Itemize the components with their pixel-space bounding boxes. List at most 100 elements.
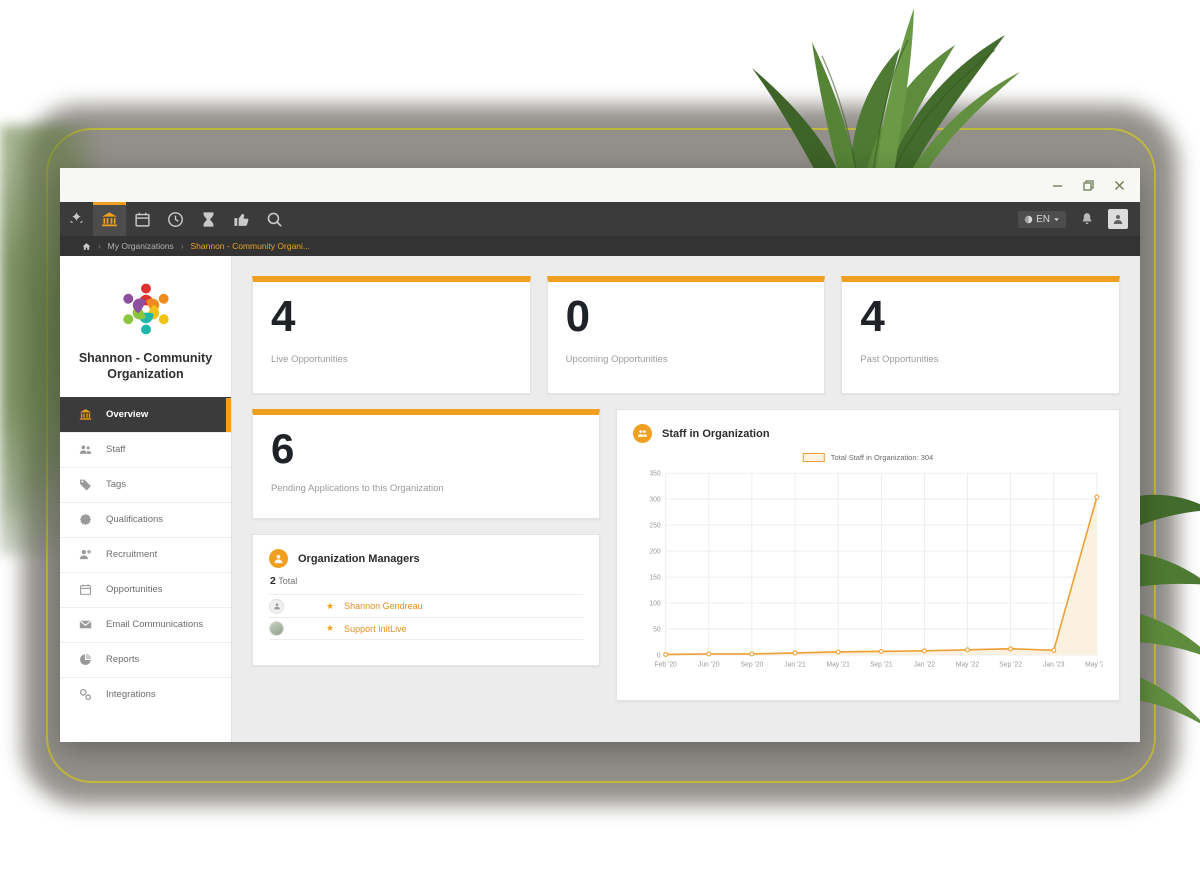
svg-text:May '22: May '22: [956, 661, 980, 668]
sidebar-item-tags[interactable]: Tags: [60, 466, 231, 502]
card-header: Organization Managers: [269, 549, 583, 568]
stat-card-pending-applications: 6 Pending Applications to this Organizat…: [252, 409, 600, 519]
list-item[interactable]: ★ Shannon Gendreau: [269, 594, 583, 617]
sidebar-item-overview[interactable]: Overview: [60, 396, 231, 432]
close-icon[interactable]: [1113, 179, 1126, 192]
tags-icon: [78, 478, 93, 491]
chart-plot: 0 50 100 150 200 250 300 350 Feb '20 Jun '20 Sep '…: [633, 469, 1103, 678]
stat-value: 6: [271, 425, 294, 472]
organization-block: Shannon - Community Organization: [60, 256, 231, 397]
community-circle-logo: [122, 283, 169, 335]
sidebar-item-label: Recruitment: [106, 549, 158, 560]
toolbar-right-group: EN: [1018, 202, 1140, 236]
sidebar-item-label: Staff: [106, 444, 126, 455]
user-avatar-icon[interactable]: [1108, 209, 1128, 229]
sidebar-item-label: Integrations: [106, 689, 156, 700]
sidebar: Shannon - Community Organization Overvie…: [60, 256, 232, 742]
card-title: Organization Managers: [298, 552, 420, 565]
breadcrumb-item-my-organizations[interactable]: My Organizations: [108, 241, 174, 251]
stat-value: 4: [860, 292, 884, 341]
window-titlebar: [60, 168, 1140, 202]
chart-legend[interactable]: Total Staff in Organization: 304: [802, 453, 934, 462]
app-window: EN › My Organizations › Shannon - Commun…: [60, 168, 1140, 742]
thumbs-up-icon[interactable]: [225, 202, 258, 236]
svg-text:0: 0: [657, 652, 661, 659]
star-icon: ★: [326, 623, 335, 633]
stat-label: Pending Applications to this Organizatio…: [271, 482, 444, 494]
sidebar-item-qualifications[interactable]: Qualifications: [60, 501, 231, 537]
svg-text:200: 200: [649, 548, 660, 555]
search-icon[interactable]: [258, 202, 291, 236]
user-silhouette-icon: [269, 598, 284, 614]
svg-text:Sep '20: Sep '20: [741, 661, 764, 668]
card-title: Staff in Organization: [662, 427, 770, 440]
hourglass-icon[interactable]: [192, 202, 225, 236]
breadcrumb-item-current[interactable]: Shannon - Community Organi...: [190, 241, 310, 251]
app-toolbar: EN: [60, 202, 1140, 236]
stat-value: 0: [565, 292, 590, 341]
user-photo-icon: [269, 621, 284, 636]
breadcrumb: › My Organizations › Shannon - Community…: [60, 236, 1140, 256]
managers-total: 2 Total: [270, 575, 583, 587]
sidebar-item-reports[interactable]: Reports: [60, 641, 231, 677]
manager-name[interactable]: Support InitLive: [344, 624, 407, 634]
svg-text:300: 300: [649, 496, 660, 503]
svg-text:Sep '22: Sep '22: [999, 661, 1022, 668]
left-column: 6 Pending Applications to this Organizat…: [252, 409, 600, 701]
sidebar-item-label: Email Communications: [106, 619, 204, 630]
svg-text:May '21: May '21: [826, 661, 850, 668]
stat-card-upcoming-opportunities: 0 Upcoming Opportunities: [546, 276, 826, 394]
plane-icon[interactable]: [60, 202, 93, 236]
staff-in-organization-chart-card: Staff in Organization Total Staff in Org…: [616, 409, 1120, 701]
sidebar-item-recruitment[interactable]: Recruitment: [60, 536, 231, 572]
sidebar-item-staff[interactable]: Staff: [60, 431, 231, 467]
stat-card-past-opportunities: 4 Past Opportunities: [841, 276, 1121, 394]
sidebar-item-integrations[interactable]: Integrations: [60, 676, 231, 712]
card-header: Staff in Organization: [633, 424, 1103, 443]
envelope-icon: [78, 618, 93, 631]
sidebar-item-label: Overview: [106, 409, 149, 420]
link-icon: [78, 688, 93, 701]
language-label: EN: [1036, 213, 1050, 225]
user-plus-icon: [78, 548, 93, 561]
breadcrumb-separator: ›: [98, 241, 101, 251]
bank-icon[interactable]: [93, 202, 126, 236]
sidebar-item-label: Qualifications: [106, 514, 164, 525]
sidebar-item-label: Reports: [106, 654, 140, 665]
minimize-icon[interactable]: [1051, 179, 1064, 192]
sidebar-item-label: Opportunities: [106, 584, 163, 595]
chart-area: Total Staff in Organization: 304 0 50 100 1…: [633, 453, 1103, 678]
lower-row: 6 Pending Applications to this Organizat…: [252, 409, 1120, 701]
svg-text:350: 350: [649, 470, 660, 477]
bank-icon: [78, 408, 93, 421]
organization-name: Shannon - Community Organization: [78, 351, 213, 382]
legend-swatch: [802, 453, 825, 462]
legend-label: Total Staff in Organization: 304: [830, 453, 934, 462]
clock-icon[interactable]: [159, 202, 192, 236]
restore-icon[interactable]: [1082, 179, 1095, 192]
language-selector[interactable]: EN: [1018, 210, 1066, 228]
svg-text:Feb '20: Feb '20: [655, 661, 677, 668]
svg-text:Jun '20: Jun '20: [698, 661, 720, 668]
stat-card-row: 4 Live Opportunities 0 Upcoming Opportun…: [252, 276, 1121, 394]
managers-list: ★ Shannon Gendreau ★ Support InitLive: [269, 594, 583, 640]
app-content: Shannon - Community Organization Overvie…: [60, 256, 1140, 742]
bell-icon[interactable]: [1080, 211, 1094, 227]
list-item[interactable]: ★ Support InitLive: [269, 617, 583, 640]
home-icon[interactable]: [82, 242, 91, 251]
svg-text:50: 50: [653, 626, 661, 633]
svg-text:Jan '21: Jan '21: [784, 661, 806, 668]
stat-value: 4: [271, 292, 295, 341]
gear-icon: [78, 513, 93, 526]
managers-total-label: Total: [278, 576, 298, 586]
calendar-icon[interactable]: [126, 202, 159, 236]
calendar-icon: [78, 583, 93, 596]
managers-total-value: 2: [270, 575, 276, 587]
people-icon: [78, 443, 93, 456]
svg-text:May '23: May '23: [1085, 661, 1103, 668]
stat-label: Live Opportunities: [271, 353, 348, 365]
sidebar-item-email-communications[interactable]: Email Communications: [60, 606, 231, 642]
manager-name[interactable]: Shannon Gendreau: [344, 601, 423, 611]
sidebar-item-opportunities[interactable]: Opportunities: [60, 571, 231, 607]
stat-card-live-opportunities: 4 Live Opportunities: [252, 276, 531, 394]
